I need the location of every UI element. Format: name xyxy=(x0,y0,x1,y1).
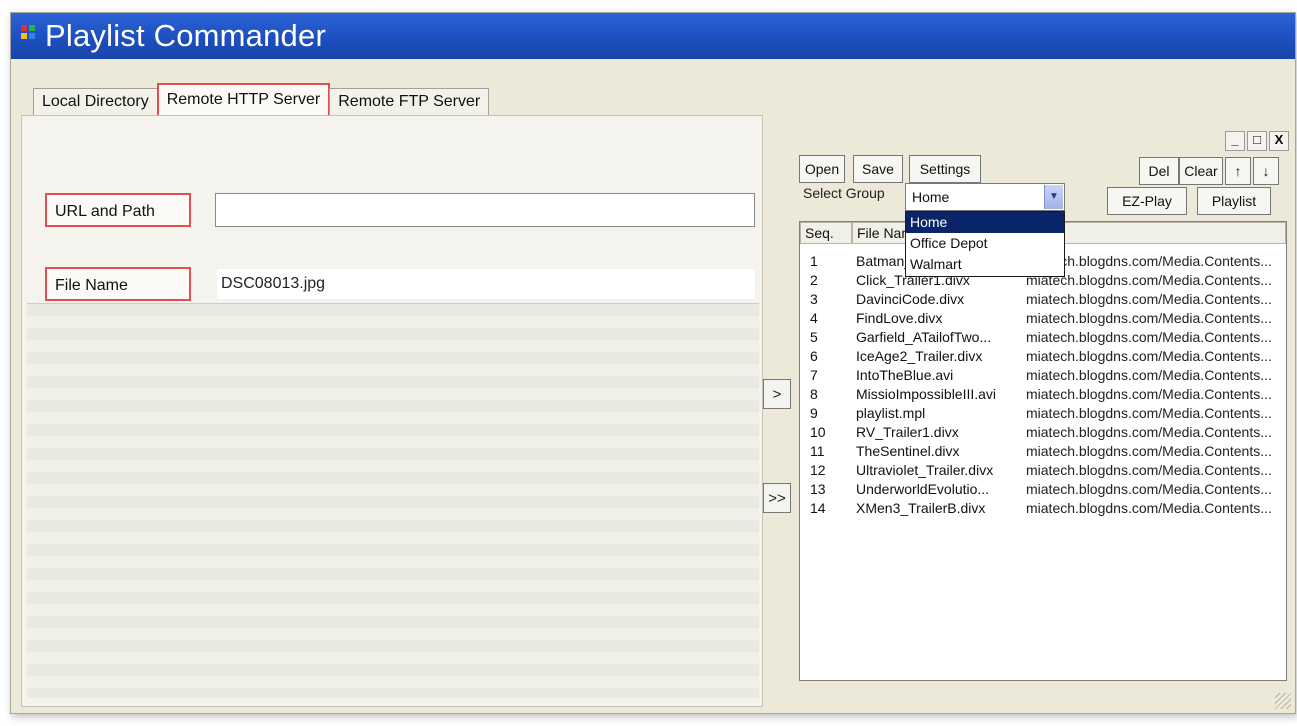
seq-cell: 11 xyxy=(810,443,825,459)
path-cell: miatech.blogdns.com/Media.Contents... xyxy=(1026,367,1272,383)
add-selected-button[interactable]: > xyxy=(763,379,791,409)
url-path-label: URL and Path xyxy=(45,193,191,227)
seq-cell: 1 xyxy=(810,253,818,269)
app-logo-icon xyxy=(21,25,37,41)
path-cell: miatech.blogdns.com/Media.Contents... xyxy=(1026,481,1272,497)
group-option-home[interactable]: Home xyxy=(906,212,1064,233)
source-tabs: Local Directory Remote HTTP Server Remot… xyxy=(33,83,490,115)
seq-cell: 14 xyxy=(810,500,826,516)
url-path-input[interactable] xyxy=(215,193,755,227)
move-down-button[interactable]: ↓ xyxy=(1253,157,1279,185)
file-name-cell: Garfield_ATailofTwo... xyxy=(856,329,992,345)
file-name-field[interactable]: DSC08013.jpg xyxy=(217,269,755,299)
file-name-cell: DavinciCode.divx xyxy=(856,291,965,307)
file-name-cell: playlist.mpl xyxy=(856,405,926,421)
seq-cell: 6 xyxy=(810,348,818,364)
file-name-cell: RV_Trailer1.divx xyxy=(856,424,959,440)
list-item[interactable]: 8 MissioImpossibleIII.avi miatech.blogdns.… xyxy=(800,385,1286,404)
file-name-cell: IntoTheBlue.avi xyxy=(856,367,954,383)
path-cell: miatech.blogdns.com/Media.Contents... xyxy=(1026,462,1272,478)
seq-cell: 2 xyxy=(810,272,818,288)
file-name-cell: Ultraviolet_Trailer.divx xyxy=(856,462,994,478)
select-group-label: Select Group xyxy=(803,185,885,201)
file-name-cell: TheSentinel.divx xyxy=(856,443,960,459)
path-cell: miatech.blogdns.com/Media.Contents... xyxy=(1026,310,1272,326)
close-button[interactable]: X xyxy=(1269,131,1289,151)
seq-cell: 7 xyxy=(810,367,818,383)
add-all-button[interactable]: >> xyxy=(763,483,791,513)
move-up-button[interactable]: ↑ xyxy=(1225,157,1251,185)
list-item[interactable]: 9 playlist.mpl miatech.blogdns.com/Media.C… xyxy=(800,404,1286,423)
path-cell: miatech.blogdns.com/Media.Contents... xyxy=(1026,386,1272,402)
playlist-rows: 1Batman_Begins.divxmiatech.blogdns.com/M… xyxy=(800,252,1286,518)
list-item[interactable]: 4 FindLove.divx miatech.blogdns.com/Media.… xyxy=(800,309,1286,328)
seq-cell: 9 xyxy=(810,405,818,421)
file-name-cell: MissioImpossibleIII.avi xyxy=(856,386,997,402)
file-name-label: File Name xyxy=(45,267,191,301)
window-controls: _ □ X xyxy=(1225,131,1289,151)
path-cell: miatech.blogdns.com/Media.Contents... xyxy=(1026,348,1272,364)
playlist-commander-window: Playlist Commander _ □ X Local Directory… xyxy=(10,12,1296,714)
tab-local-directory[interactable]: Local Directory xyxy=(33,88,158,115)
list-item[interactable]: 6 IceAge2_Trailer.divx miatech.blogdns.com… xyxy=(800,347,1286,366)
settings-button[interactable]: Settings xyxy=(909,155,981,183)
file-name-cell: XMen3_TrailerB.divx xyxy=(856,500,986,516)
path-cell: miatech.blogdns.com/Media.Contents... xyxy=(1026,424,1272,440)
seq-cell: 12 xyxy=(810,462,826,478)
seq-cell: 8 xyxy=(810,386,818,402)
group-dropdown-list[interactable]: Home Office Depot Walmart xyxy=(905,211,1065,277)
playlist-button[interactable]: Playlist xyxy=(1197,187,1271,215)
seq-cell: 3 xyxy=(810,291,818,307)
list-item[interactable]: 7 IntoTheBlue.avi miatech.blogdns.com/Medi… xyxy=(800,366,1286,385)
chevron-down-icon[interactable]: ▼ xyxy=(1044,185,1063,209)
file-name-cell: FindLove.divx xyxy=(856,310,943,326)
list-item[interactable]: 3 DavinciCode.divx miatech.blogdns.com/Med… xyxy=(800,290,1286,309)
group-option-office-depot[interactable]: Office Depot xyxy=(906,233,1064,254)
list-item[interactable]: 12 Ultraviolet_Trailer.divx miatech.blogdn… xyxy=(800,461,1286,480)
seq-cell: 5 xyxy=(810,329,818,345)
title-bar[interactable]: Playlist Commander xyxy=(11,13,1295,59)
group-select-value: Home xyxy=(912,189,950,205)
clear-button[interactable]: Clear xyxy=(1179,157,1223,185)
path-cell: miatech.blogdns.com/Media.Contents... xyxy=(1026,329,1272,345)
list-item[interactable]: 13 UnderworldEvolutio... miatech.blogdns.c… xyxy=(800,480,1286,499)
tab-remote-ftp-server[interactable]: Remote FTP Server xyxy=(329,88,490,115)
list-item[interactable]: 11 TheSentinel.divx miatech.blogdns.com/Me… xyxy=(800,442,1286,461)
file-name-cell: UnderworldEvolutio... xyxy=(856,481,990,497)
group-select[interactable]: Home ▼ xyxy=(905,183,1065,211)
ez-play-button[interactable]: EZ-Play xyxy=(1107,187,1187,215)
list-item[interactable]: 14 XMen3_TrailerB.divx miatech.blogdns.com… xyxy=(800,499,1286,518)
group-option-walmart[interactable]: Walmart xyxy=(906,254,1064,275)
window-title: Playlist Commander xyxy=(45,18,326,53)
tab-remote-http-server[interactable]: Remote HTTP Server xyxy=(156,83,331,115)
maximize-button[interactable]: □ xyxy=(1247,131,1267,151)
path-cell: miatech.blogdns.com/Media.Contents... xyxy=(1026,291,1272,307)
remote-file-area xyxy=(27,303,759,698)
seq-cell: 13 xyxy=(810,481,826,497)
seq-cell: 10 xyxy=(810,424,826,440)
delete-button[interactable]: Del xyxy=(1139,157,1179,185)
list-item[interactable]: 10 RV_Trailer1.divx miatech.blogdns.com/Me… xyxy=(800,423,1286,442)
save-button[interactable]: Save xyxy=(853,155,903,183)
minimize-button[interactable]: _ xyxy=(1225,131,1245,151)
list-item[interactable]: 5 Garfield_ATailofTwo... miatech.blogdns.c… xyxy=(800,328,1286,347)
path-cell: miatech.blogdns.com/Media.Contents... xyxy=(1026,443,1272,459)
path-cell: miatech.blogdns.com/Media.Contents... xyxy=(1026,500,1272,516)
file-name-cell: IceAge2_Trailer.divx xyxy=(856,348,983,364)
open-button[interactable]: Open xyxy=(799,155,845,183)
resize-grip-icon[interactable] xyxy=(1275,693,1291,709)
seq-cell: 4 xyxy=(810,310,818,326)
column-header-seq[interactable]: Seq. xyxy=(800,222,852,244)
path-cell: miatech.blogdns.com/Media.Contents... xyxy=(1026,405,1272,421)
playlist-list[interactable]: Seq. File Name Path 1Batman_Begins.divxm… xyxy=(799,221,1287,681)
